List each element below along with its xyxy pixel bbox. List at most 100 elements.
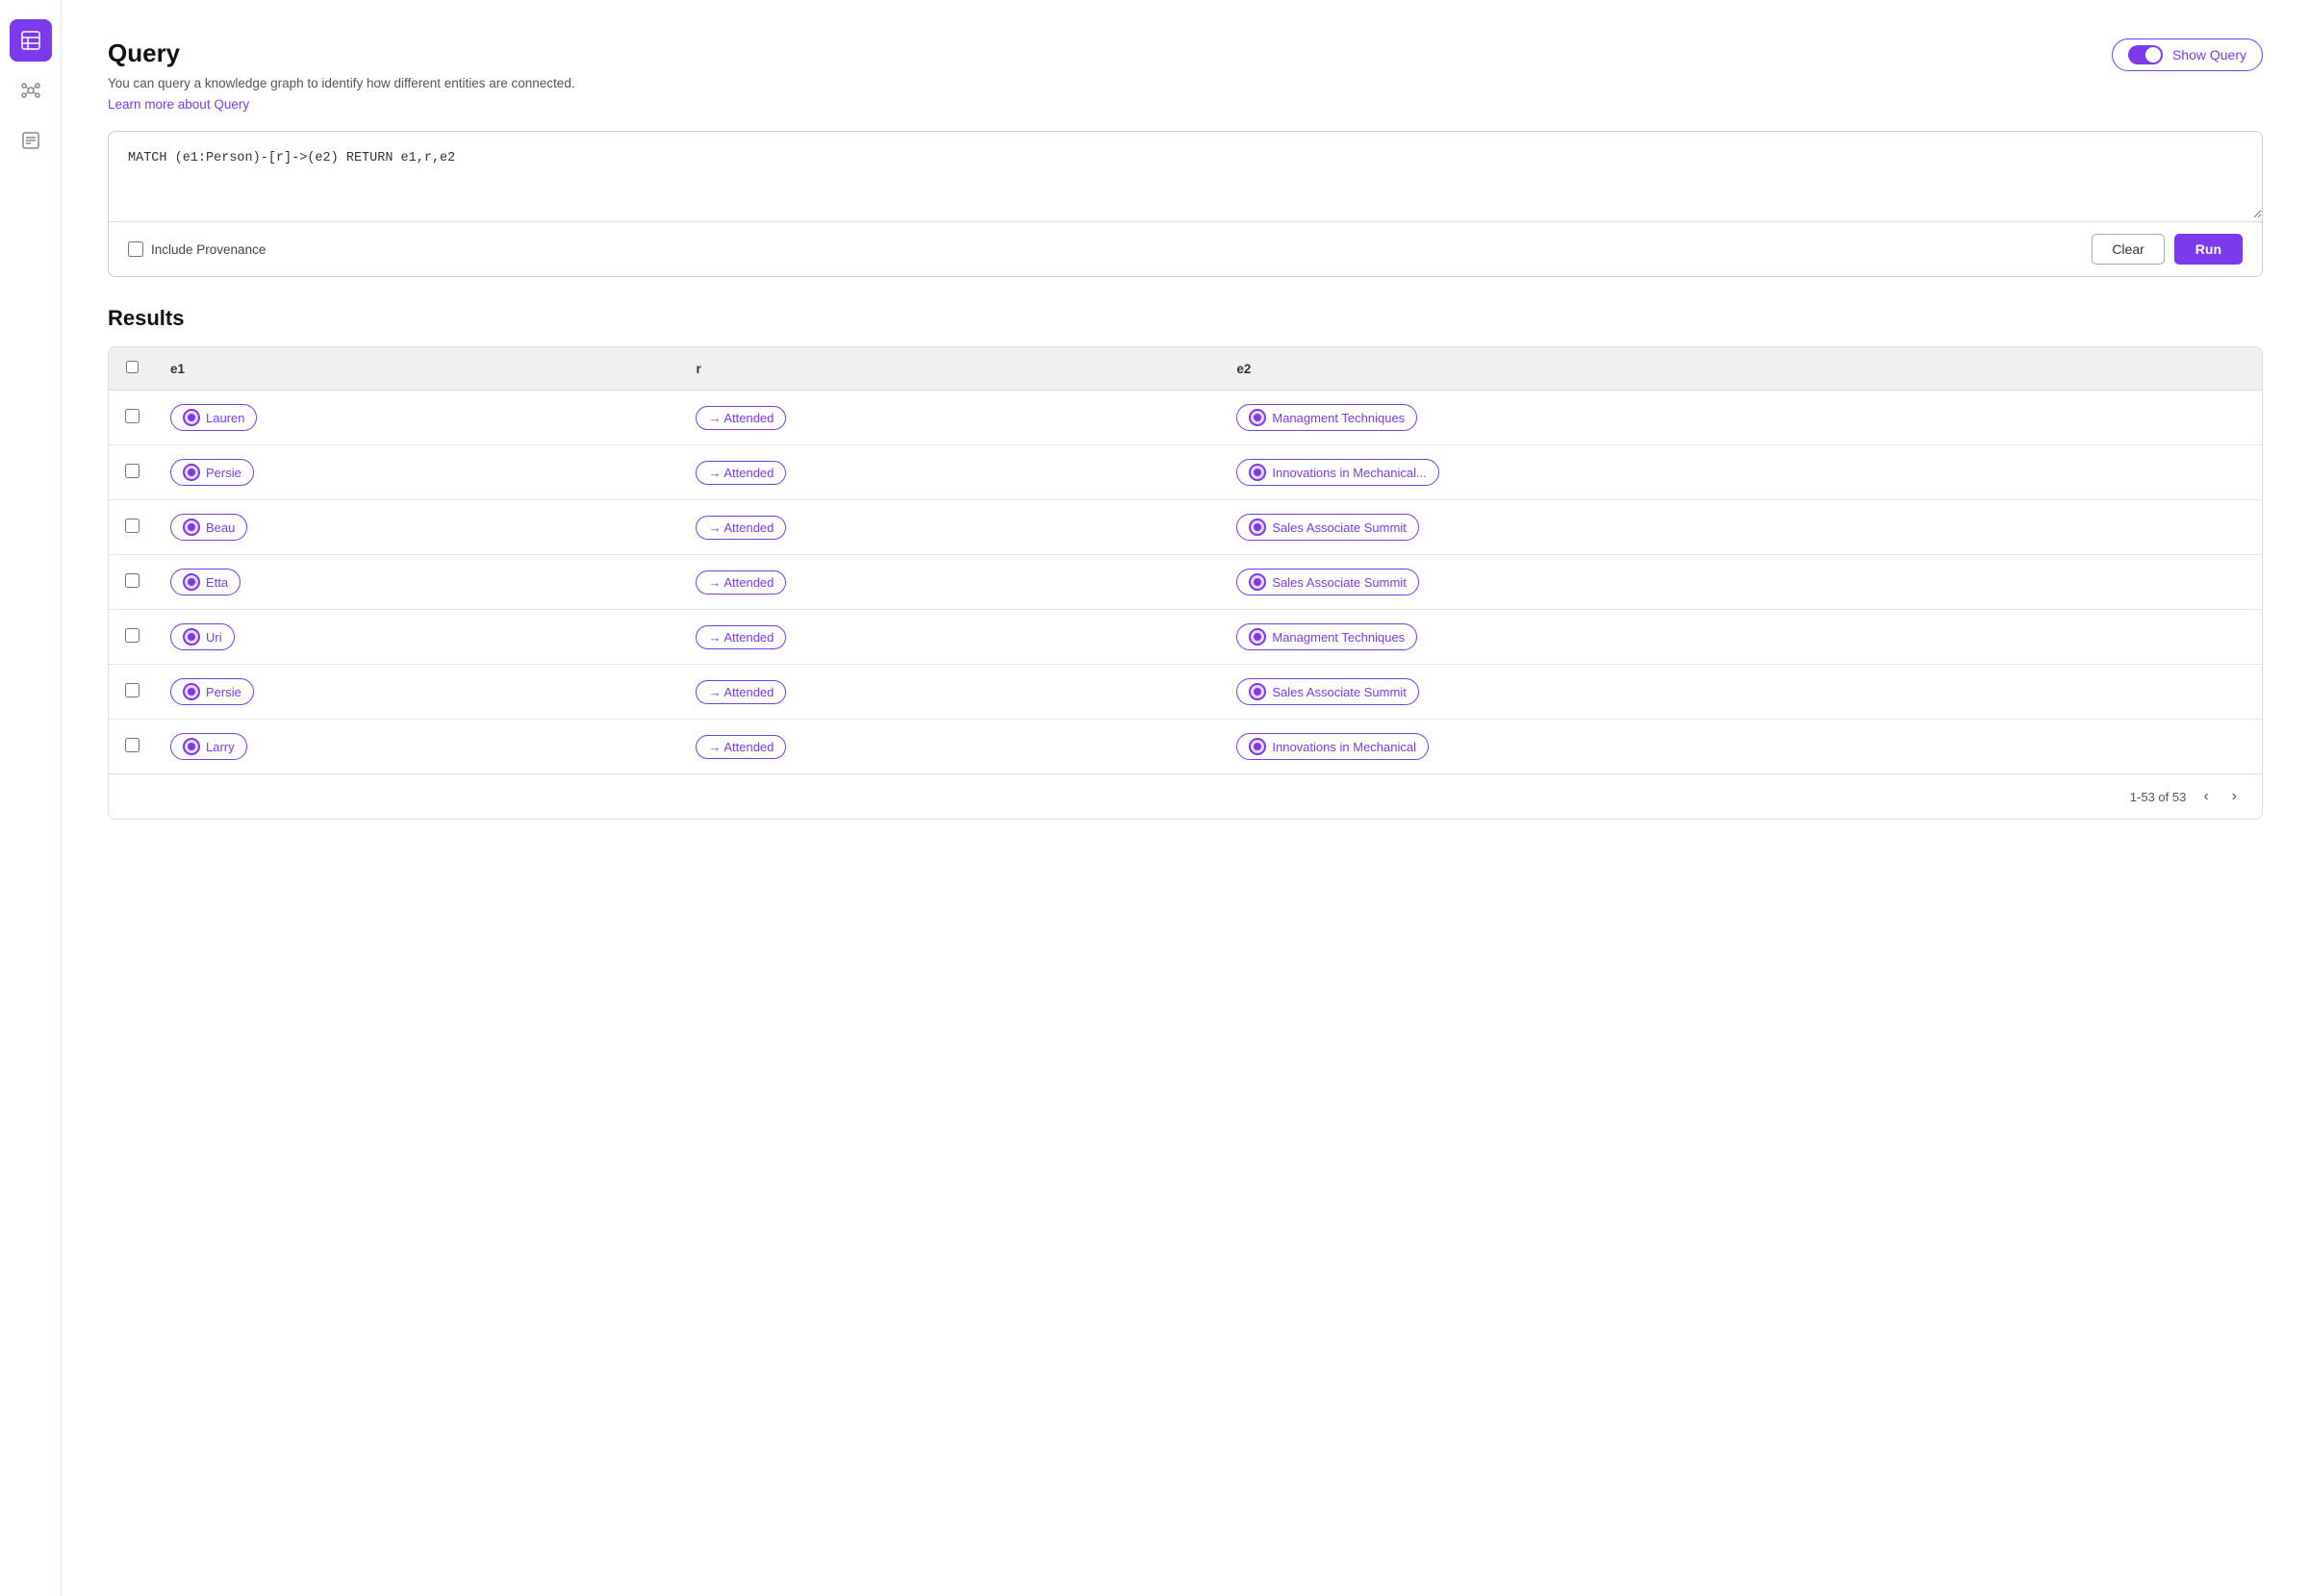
query-textarea[interactable] [109,132,2262,218]
row-checkbox[interactable] [125,464,140,478]
cell-e2: Sales Associate Summit [1221,555,2262,610]
toggle-switch-icon [2128,45,2163,64]
entity-chip-icon [1249,573,1266,591]
row-checkbox-cell [109,500,155,555]
run-button[interactable]: Run [2174,234,2243,265]
sidebar-item-graph[interactable] [10,69,52,112]
entity-chip-e2: Managment Techniques [1236,404,1417,431]
entity-chip-e2: Sales Associate Summit [1236,678,1418,705]
col-header-r: r [680,347,1221,391]
entity-chip-e1: Beau [170,514,247,541]
row-checkbox-cell [109,720,155,774]
include-provenance-label[interactable]: Include Provenance [128,241,266,257]
sidebar-item-edit[interactable] [10,119,52,162]
results-table-wrapper: e1 r e2 Lauren → Attended Managment Techni… [108,346,2263,820]
learn-more-link[interactable]: Learn more about Query [108,97,249,112]
entity-chip-icon [1249,464,1266,481]
entity-chip-icon [183,409,200,426]
table-header: e1 r e2 [109,347,2262,391]
relation-chip: → Attended [696,625,786,649]
query-box: Include Provenance Clear Run [108,131,2263,277]
table-body: Lauren → Attended Managment Techniques Pers… [109,391,2262,774]
entity-chip-label: Uri [206,630,222,645]
entity-chip-icon [1249,738,1266,755]
edit-icon [21,131,40,150]
row-checkbox[interactable] [125,573,140,588]
table-row: Lauren → Attended Managment Techniques [109,391,2262,445]
col-header-checkbox [109,347,155,391]
pagination-info: 1-53 of 53 [2130,790,2187,804]
sidebar-item-table[interactable] [10,19,52,62]
entity-chip-e1: Persie [170,678,254,705]
entity-chip-label: Managment Techniques [1272,630,1405,645]
entity-chip-label: Sales Associate Summit [1272,575,1406,590]
cell-r: → Attended [680,610,1221,665]
relation-chip: → Attended [696,516,786,540]
cell-r: → Attended [680,500,1221,555]
entity-chip-e1: Larry [170,733,247,760]
entity-chip-label: Larry [206,740,235,754]
entity-chip-label: Persie [206,685,241,699]
row-checkbox-cell [109,445,155,500]
table-row: Etta → Attended Sales Associate Summit [109,555,2262,610]
cell-e2: Innovations in Mechanical... [1221,445,2262,500]
header-left: Query You can query a knowledge graph to… [108,38,575,112]
entity-chip-icon [183,738,200,755]
entity-chip-icon [183,519,200,536]
entity-chip-icon [1249,409,1266,426]
header-row: Query You can query a knowledge graph to… [108,38,2263,112]
entity-chip-e1: Persie [170,459,254,486]
relation-chip: → Attended [696,680,786,704]
table-icon [20,30,41,51]
relation-chip: → Attended [696,406,786,430]
cell-e1: Persie [155,445,680,500]
include-provenance-checkbox[interactable] [128,241,143,257]
row-checkbox-cell [109,391,155,445]
page-title: Query [108,38,575,68]
col-header-e2: e2 [1221,347,2262,391]
cell-r: → Attended [680,665,1221,720]
table-row: Uri → Attended Managment Techniques [109,610,2262,665]
entity-chip-label: Managment Techniques [1272,411,1405,425]
cell-r: → Attended [680,445,1221,500]
results-table: e1 r e2 Lauren → Attended Managment Techni… [109,347,2262,773]
entity-chip-label: Lauren [206,411,244,425]
clear-button[interactable]: Clear [2092,234,2164,265]
entity-chip-label: Beau [206,520,235,535]
cell-e1: Persie [155,665,680,720]
entity-chip-label: Persie [206,466,241,480]
cell-e2: Sales Associate Summit [1221,665,2262,720]
cell-r: → Attended [680,391,1221,445]
query-footer: Include Provenance Clear Run [109,221,2262,276]
entity-chip-icon [183,573,200,591]
entity-chip-icon [1249,628,1266,646]
row-checkbox-cell [109,610,155,665]
cell-r: → Attended [680,555,1221,610]
show-query-label: Show Query [2172,47,2246,63]
entity-chip-icon [1249,683,1266,700]
row-checkbox[interactable] [125,519,140,533]
sidebar [0,0,62,1596]
row-checkbox[interactable] [125,628,140,643]
show-query-toggle[interactable]: Show Query [2112,38,2263,71]
pagination-next-button[interactable]: › [2226,786,2243,807]
entity-chip-label: Etta [206,575,228,590]
entity-chip-icon [183,464,200,481]
row-checkbox-cell [109,665,155,720]
results-title: Results [108,306,2263,331]
cell-e2: Sales Associate Summit [1221,500,2262,555]
entity-chip-icon [183,683,200,700]
cell-e1: Etta [155,555,680,610]
pagination-prev-button[interactable]: ‹ [2197,786,2214,807]
entity-chip-label: Innovations in Mechanical [1272,740,1416,754]
row-checkbox[interactable] [125,683,140,697]
relation-chip: → Attended [696,735,786,759]
row-checkbox[interactable] [125,738,140,752]
cell-e2: Managment Techniques [1221,610,2262,665]
col-header-e1: e1 [155,347,680,391]
entity-chip-label: Sales Associate Summit [1272,685,1406,699]
row-checkbox[interactable] [125,409,140,423]
table-footer: 1-53 of 53 ‹ › [109,773,2262,819]
select-all-checkbox[interactable] [126,361,139,373]
cell-e1: Beau [155,500,680,555]
